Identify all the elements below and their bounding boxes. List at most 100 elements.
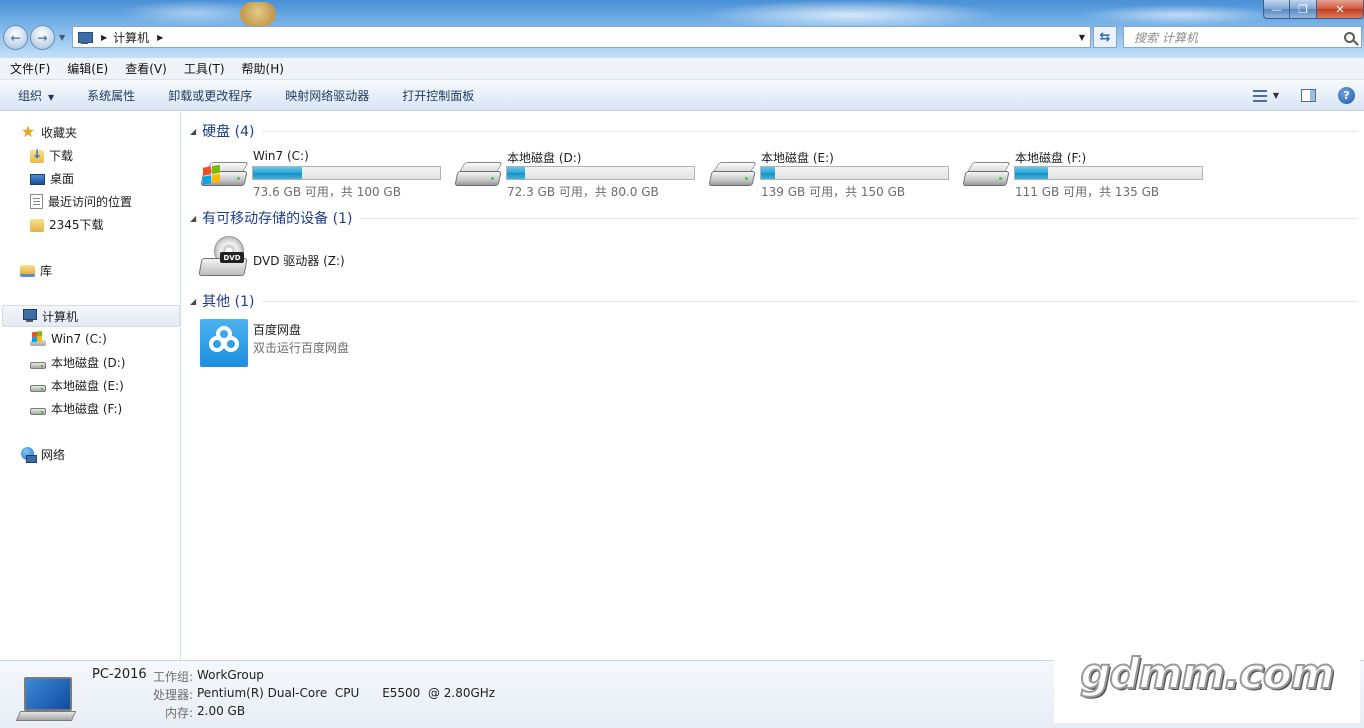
hard-drive-icon bbox=[454, 153, 503, 193]
content-pane: ◢ 硬盘 (4) Win7 (C:) 73.6 GB 可用，共 100 GB 本… bbox=[182, 112, 1364, 660]
windows-drive-icon bbox=[30, 340, 46, 346]
sidebar-item-drive-f[interactable]: 本地磁盘 (F:) bbox=[0, 397, 178, 419]
refresh-button[interactable]: ⇆ bbox=[1093, 26, 1117, 48]
hard-drive-icon bbox=[30, 408, 46, 415]
windows-drive-icon bbox=[200, 153, 249, 193]
drive-name: 本地磁盘 (F:) bbox=[1015, 151, 1087, 165]
network-icon bbox=[20, 446, 37, 463]
cpu-label: 处理器: bbox=[153, 688, 194, 702]
group-title: 其他 (1) bbox=[202, 294, 255, 310]
menu-file[interactable]: 文件(F) bbox=[0, 60, 57, 77]
view-controls: ▼ ? bbox=[1252, 80, 1364, 111]
sidebar-item-drive-c[interactable]: Win7 (C:) bbox=[0, 328, 178, 350]
breadcrumb-arrow-icon[interactable]: ▶ bbox=[157, 33, 163, 42]
drive-item[interactable]: 本地磁盘 (F:) 111 GB 可用，共 135 GB bbox=[962, 149, 1212, 199]
menu-help[interactable]: 帮助(H) bbox=[232, 60, 291, 77]
sidebar-item-computer[interactable]: 计算机 bbox=[2, 305, 180, 327]
address-dropdown-icon[interactable]: ▼ bbox=[1079, 33, 1085, 42]
group-divider bbox=[360, 217, 1358, 219]
menu-tools[interactable]: 工具(T) bbox=[174, 60, 232, 77]
sidebar-item-downloads[interactable]: 下载 bbox=[0, 144, 178, 166]
search-placeholder: 搜索 计算机 bbox=[1134, 30, 1198, 45]
drive-name: 本地磁盘 (E:) bbox=[761, 151, 834, 165]
map-network-drive-button[interactable]: 映射网络驱动器 bbox=[267, 87, 384, 104]
drive-free-space: 111 GB 可用，共 135 GB bbox=[1015, 185, 1160, 199]
change-view-icon[interactable] bbox=[1252, 89, 1267, 103]
drive-free-space: 73.6 GB 可用，共 100 GB bbox=[253, 185, 401, 199]
sidebar-item-label: 库 bbox=[40, 263, 53, 278]
hard-drive-icon bbox=[30, 362, 46, 369]
preview-pane-icon[interactable] bbox=[1301, 89, 1316, 102]
dvd-drive-item[interactable]: DVD DVD 驱动器 (Z:) bbox=[198, 236, 400, 282]
sidebar-item-label: 本地磁盘 (F:) bbox=[51, 401, 123, 416]
wallpaper-ornament bbox=[240, 2, 276, 26]
collapse-triangle-icon[interactable]: ◢ bbox=[190, 214, 196, 223]
computer-name: PC-2016 bbox=[92, 667, 147, 682]
hard-drive-icon bbox=[708, 153, 757, 193]
open-control-panel-button[interactable]: 打开控制面板 bbox=[384, 87, 489, 104]
refresh-icon: ⇆ bbox=[1099, 29, 1111, 45]
system-properties-button[interactable]: 系统属性 bbox=[69, 87, 150, 104]
address-bar[interactable]: ▶ 计算机 ▶ ▼ bbox=[72, 26, 1091, 48]
collapse-triangle-icon[interactable]: ◢ bbox=[190, 297, 196, 306]
drive-usage-fill bbox=[507, 167, 525, 179]
sidebar-item-desktop[interactable]: 桌面 bbox=[0, 167, 178, 189]
sidebar-item-network[interactable]: 网络 bbox=[0, 443, 178, 465]
sidebar-item-label: 本地磁盘 (E:) bbox=[51, 378, 124, 393]
uninstall-program-button[interactable]: 卸载或更改程序 bbox=[150, 87, 267, 104]
sidebar-item-2345-downloads[interactable]: 2345下载 bbox=[0, 213, 178, 235]
search-icon bbox=[1344, 31, 1355, 43]
close-button[interactable]: ✕ bbox=[1317, 0, 1364, 19]
menu-bar: 文件(F) 编辑(E) 查看(V) 工具(T) 帮助(H) bbox=[0, 58, 1364, 80]
group-header-hard-drives[interactable]: ◢ 硬盘 (4) bbox=[182, 121, 1364, 141]
baidu-netdisk-item[interactable]: 百度网盘 双击运行百度网盘 bbox=[200, 319, 400, 369]
maximize-button[interactable]: ❐ bbox=[1290, 0, 1317, 19]
sidebar-item-favorites[interactable]: ★ 收藏夹 bbox=[0, 121, 178, 143]
drive-usage-fill bbox=[761, 167, 775, 179]
item-name: 百度网盘 bbox=[253, 323, 302, 337]
desktop-icon bbox=[30, 173, 45, 185]
minimize-button[interactable]: — bbox=[1263, 0, 1290, 19]
baidu-cloud-icon bbox=[200, 319, 248, 367]
collapse-triangle-icon[interactable]: ◢ bbox=[190, 127, 196, 136]
menu-edit[interactable]: 编辑(E) bbox=[57, 60, 115, 77]
dvd-drive-name: DVD 驱动器 (Z:) bbox=[253, 254, 345, 268]
breadcrumb-computer[interactable]: 计算机 bbox=[113, 29, 149, 46]
forward-button[interactable]: → bbox=[30, 25, 55, 50]
drive-name: 本地磁盘 (D:) bbox=[507, 151, 582, 165]
cpu-value: Pentium(R) Dual-Core CPU E5500 @ 2.80GHz bbox=[197, 686, 496, 700]
drive-usage-bar bbox=[506, 166, 695, 180]
watermark: gdmm.com bbox=[1054, 623, 1360, 723]
search-input[interactable]: 搜索 计算机 bbox=[1123, 26, 1362, 48]
navigation-pane: ★ 收藏夹 下载 桌面 最近访问的位置 2345下载 库 计算机 Win7 (C… bbox=[0, 112, 181, 660]
view-options-dropdown[interactable]: ▼ bbox=[1273, 91, 1279, 100]
group-title: 硬盘 (4) bbox=[202, 124, 255, 140]
sidebar-item-recent-places[interactable]: 最近访问的位置 bbox=[0, 190, 178, 212]
title-bar: — ❐ ✕ ← → ▼ ▶ 计算机 ▶ ▼ ⇆ 搜索 计算机 bbox=[0, 0, 1364, 58]
library-icon bbox=[20, 265, 35, 277]
breadcrumb-arrow-icon[interactable]: ▶ bbox=[101, 33, 107, 42]
back-button[interactable]: ← bbox=[3, 25, 28, 50]
sidebar-item-label: 2345下载 bbox=[49, 217, 104, 232]
wallpaper-cloud bbox=[1080, 5, 1280, 25]
drive-usage-bar bbox=[1014, 166, 1203, 180]
organize-button[interactable]: 组织 ▼ bbox=[0, 87, 69, 104]
group-header-other[interactable]: ◢ 其他 (1) bbox=[182, 291, 1364, 311]
group-header-removable[interactable]: ◢ 有可移动存储的设备 (1) bbox=[182, 208, 1364, 228]
recent-pages-dropdown[interactable]: ▼ bbox=[59, 33, 65, 42]
drive-item[interactable]: 本地磁盘 (D:) 72.3 GB 可用，共 80.0 GB bbox=[454, 149, 704, 199]
sidebar-item-drive-d[interactable]: 本地磁盘 (D:) bbox=[0, 351, 178, 373]
sidebar-item-drive-e[interactable]: 本地磁盘 (E:) bbox=[0, 374, 178, 396]
command-bar: 组织 ▼ 系统属性 卸载或更改程序 映射网络驱动器 打开控制面板 ▼ ? bbox=[0, 80, 1364, 111]
workgroup-value: WorkGroup bbox=[197, 668, 264, 682]
workgroup-label: 工作组: bbox=[153, 670, 194, 684]
drive-item[interactable]: Win7 (C:) 73.6 GB 可用，共 100 GB bbox=[200, 149, 450, 199]
menu-view[interactable]: 查看(V) bbox=[115, 60, 174, 77]
help-icon[interactable]: ? bbox=[1338, 87, 1355, 104]
folder-icon bbox=[30, 218, 44, 232]
drive-usage-bar bbox=[760, 166, 949, 180]
chevron-down-icon: ▼ bbox=[48, 92, 55, 102]
memory-label: 内存: bbox=[165, 706, 194, 720]
sidebar-item-libraries[interactable]: 库 bbox=[0, 259, 178, 281]
drive-item[interactable]: 本地磁盘 (E:) 139 GB 可用，共 150 GB bbox=[708, 149, 958, 199]
